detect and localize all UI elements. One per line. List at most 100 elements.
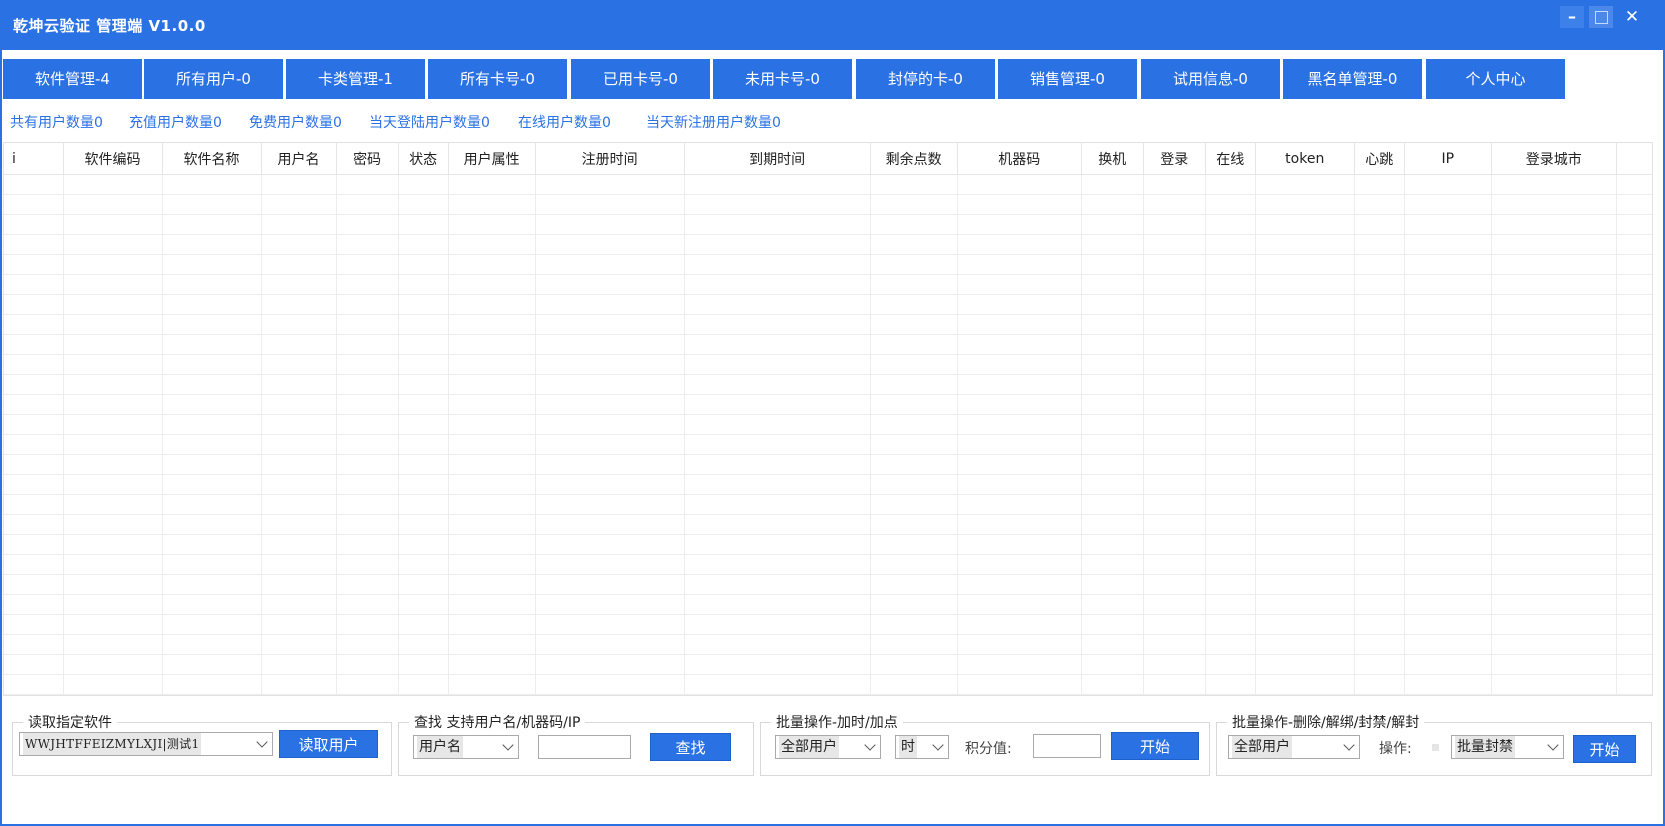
batch-operation-legend: 批量操作-删除/解绑/封禁/解封 — [1227, 712, 1425, 732]
table-cell — [535, 474, 685, 495]
table-row[interactable] — [4, 194, 1652, 215]
table-cell — [1205, 554, 1256, 575]
table-cell — [1491, 214, 1617, 235]
table-row[interactable] — [4, 274, 1652, 295]
tab-all-users[interactable]: 所有用户-0 — [144, 59, 283, 99]
table-row[interactable] — [4, 294, 1652, 315]
table-row[interactable] — [4, 514, 1652, 535]
operation-checkbox[interactable] — [1432, 744, 1439, 751]
table-row[interactable] — [4, 634, 1652, 655]
table-cell — [1616, 574, 1652, 595]
table-row[interactable] — [4, 334, 1652, 355]
tab-card-type-management[interactable]: 卡类管理-1 — [286, 59, 425, 99]
minimize-icon[interactable]: – — [1560, 6, 1584, 28]
column-header[interactable]: 密码 — [336, 143, 399, 175]
table-row[interactable] — [4, 254, 1652, 275]
table-row[interactable] — [4, 494, 1652, 515]
table-row[interactable] — [4, 434, 1652, 455]
table-cell — [63, 354, 163, 375]
table-cell — [684, 454, 871, 475]
table-cell — [336, 354, 399, 375]
column-header-filler — [1616, 143, 1652, 175]
table-row[interactable] — [4, 554, 1652, 575]
table-cell — [684, 314, 871, 335]
column-header[interactable]: 机器码 — [957, 143, 1082, 175]
batch-add-start-button[interactable]: 开始 — [1111, 732, 1199, 760]
tab-personal-center[interactable]: 个人中心 — [1426, 59, 1565, 99]
column-header[interactable]: i — [4, 143, 64, 175]
table-cell — [261, 434, 337, 455]
table-cell — [4, 354, 64, 375]
column-header[interactable]: 用户属性 — [448, 143, 536, 175]
close-icon[interactable]: ✕ — [1620, 6, 1644, 28]
table-row[interactable] — [4, 694, 1652, 695]
table-cell — [1404, 614, 1492, 635]
table-row[interactable] — [4, 354, 1652, 375]
column-header[interactable]: 注册时间 — [535, 143, 685, 175]
column-header[interactable]: 状态 — [398, 143, 449, 175]
column-header[interactable]: 登录 — [1143, 143, 1206, 175]
tab-software-management[interactable]: 软件管理-4 — [3, 59, 142, 99]
batch-op-target-select[interactable]: 全部用户 — [1228, 735, 1360, 759]
search-field-select[interactable]: 用户名 — [413, 735, 519, 759]
table-row[interactable] — [4, 574, 1652, 595]
table-row[interactable] — [4, 214, 1652, 235]
column-header[interactable]: 到期时间 — [684, 143, 871, 175]
table-cell — [1404, 594, 1492, 615]
column-header[interactable]: 剩余点数 — [870, 143, 958, 175]
software-select[interactable]: WWJHTFFEIZMYLXJI|测试1 — [19, 732, 273, 756]
column-header[interactable]: 换机 — [1081, 143, 1144, 175]
table-row[interactable] — [4, 314, 1652, 335]
table-row[interactable] — [4, 614, 1652, 635]
table-cell — [870, 574, 958, 595]
batch-target-select[interactable]: 全部用户 — [775, 735, 881, 759]
points-input[interactable] — [1033, 734, 1101, 758]
table-cell — [1616, 294, 1652, 315]
table-cell — [162, 374, 262, 395]
batch-operation-start-button[interactable]: 开始 — [1573, 735, 1636, 763]
tab-used-cards[interactable]: 已用卡号-0 — [571, 59, 710, 99]
column-header[interactable]: 软件编码 — [63, 143, 163, 175]
column-header[interactable]: IP — [1404, 143, 1492, 175]
tab-banned-cards[interactable]: 封停的卡-0 — [856, 59, 995, 99]
tab-blacklist-management[interactable]: 黑名单管理-0 — [1283, 59, 1422, 99]
tab-all-cards[interactable]: 所有卡号-0 — [428, 59, 567, 99]
table-row[interactable] — [4, 234, 1652, 255]
table-row[interactable] — [4, 474, 1652, 495]
column-header[interactable]: 心跳 — [1354, 143, 1405, 175]
user-table[interactable]: i 软件编码 软件名称 用户名 密码 状态 用户属性 注册时间 到期时间 剩余点… — [3, 142, 1653, 696]
table-row[interactable] — [4, 414, 1652, 435]
table-cell — [1081, 614, 1144, 635]
read-users-button[interactable]: 读取用户 — [279, 730, 378, 758]
table-cell — [1205, 654, 1256, 675]
read-software-group: 读取指定软件 WWJHTFFEIZMYLXJI|测试1 读取用户 — [12, 712, 392, 776]
table-row[interactable] — [4, 394, 1652, 415]
table-row[interactable] — [4, 594, 1652, 615]
table-cell — [1255, 194, 1355, 215]
table-cell — [957, 594, 1082, 615]
table-row[interactable] — [4, 174, 1652, 195]
tab-sales-management[interactable]: 销售管理-0 — [998, 59, 1137, 99]
table-cell — [1354, 414, 1405, 435]
search-button[interactable]: 查找 — [650, 733, 731, 761]
tab-trial-info[interactable]: 试用信息-0 — [1141, 59, 1280, 99]
column-header[interactable]: 用户名 — [261, 143, 337, 175]
table-cell — [398, 354, 449, 375]
table-cell — [448, 254, 536, 275]
column-header[interactable]: 在线 — [1205, 143, 1256, 175]
operation-select[interactable]: 批量封禁 — [1451, 735, 1564, 759]
table-row[interactable] — [4, 454, 1652, 475]
stat-today-login-users: 当天登陆用户数量0 — [369, 115, 490, 131]
table-row[interactable] — [4, 534, 1652, 555]
column-header[interactable]: token — [1255, 143, 1355, 175]
table-row[interactable] — [4, 654, 1652, 675]
table-cell — [957, 414, 1082, 435]
maximize-icon[interactable] — [1589, 6, 1613, 28]
table-row[interactable] — [4, 674, 1652, 695]
search-input[interactable] — [538, 735, 631, 759]
column-header[interactable]: 软件名称 — [162, 143, 262, 175]
column-header[interactable]: 登录城市 — [1491, 143, 1617, 175]
table-row[interactable] — [4, 374, 1652, 395]
tab-unused-cards[interactable]: 未用卡号-0 — [713, 59, 852, 99]
time-unit-select[interactable]: 时 — [895, 735, 949, 759]
